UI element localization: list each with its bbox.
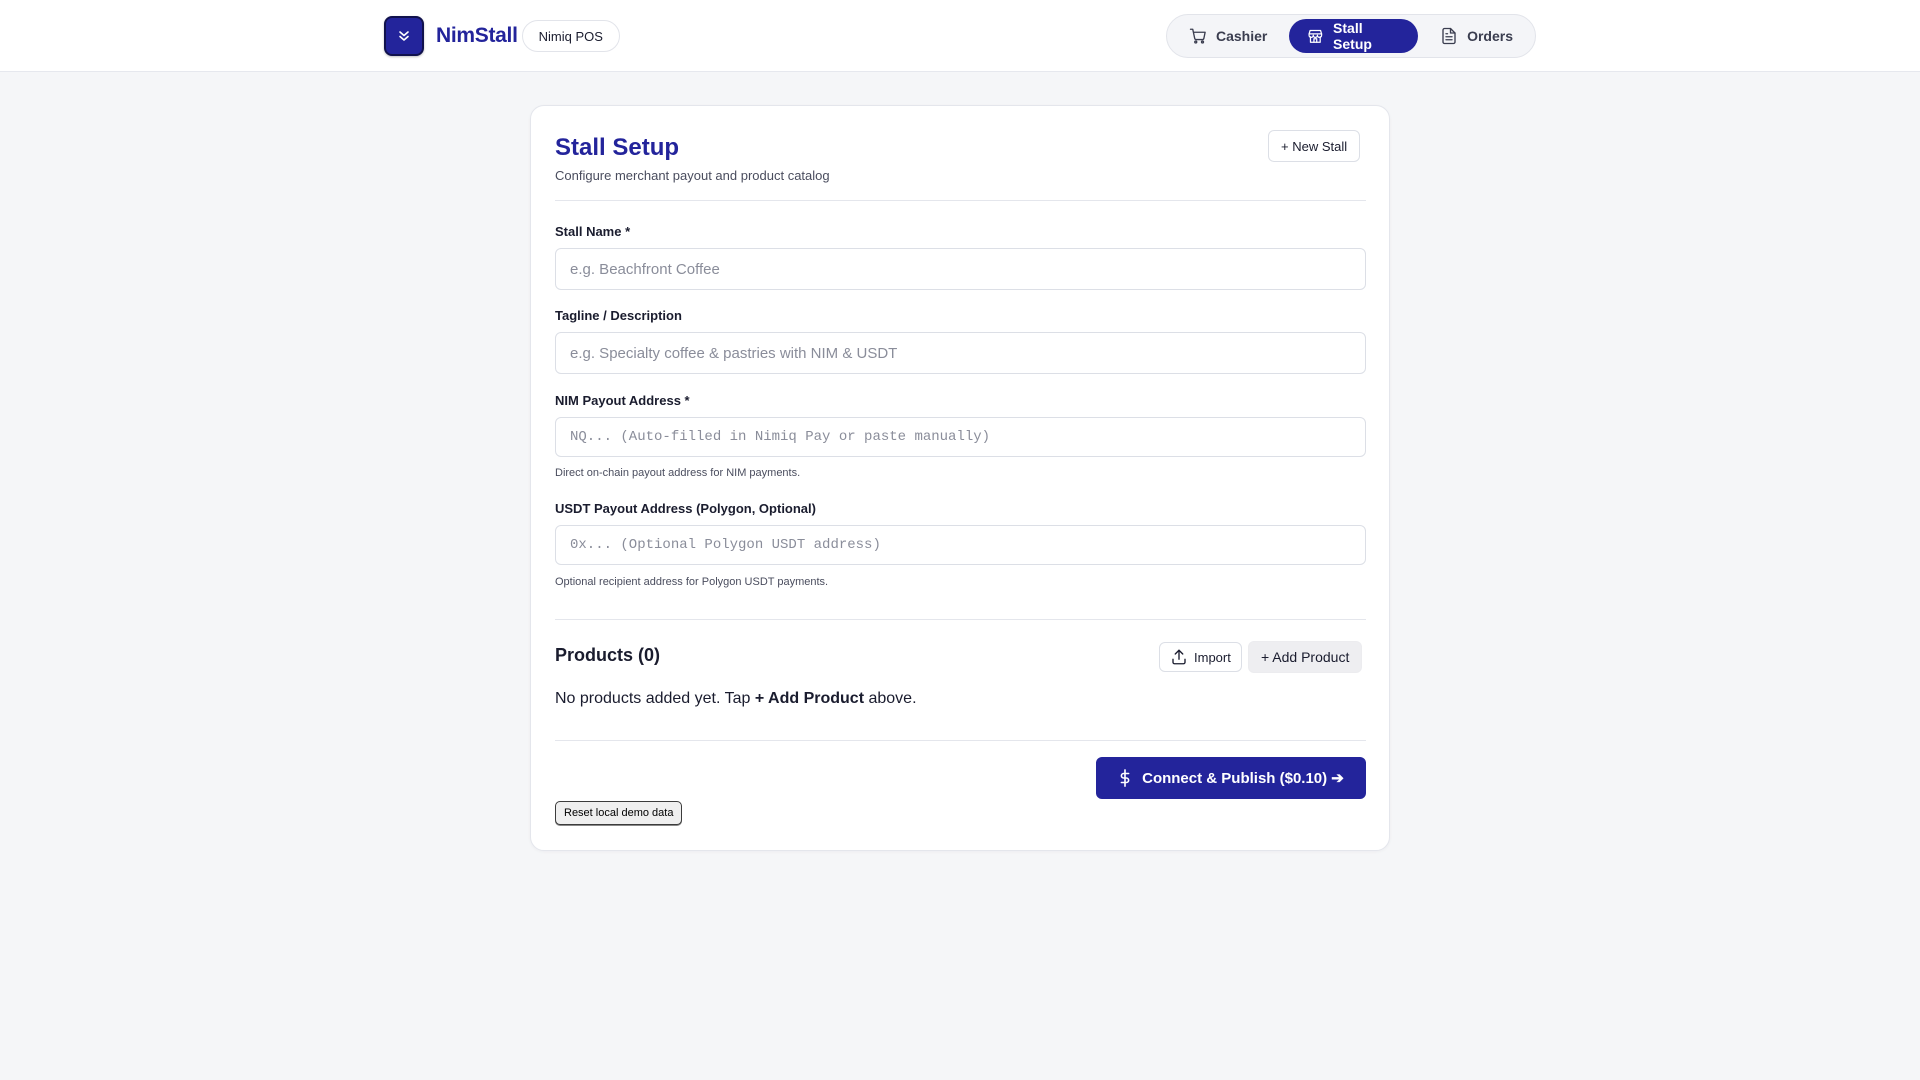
upload-icon bbox=[1172, 649, 1186, 665]
stall-name-input[interactable] bbox=[555, 248, 1366, 290]
nav-orders[interactable]: Orders bbox=[1422, 19, 1531, 53]
chevron-down-icon bbox=[399, 31, 409, 41]
connect-publish-button[interactable]: Connect & Publish ($0.10) ➔ bbox=[1096, 757, 1366, 799]
empty-bold: + Add Product bbox=[754, 690, 865, 707]
connect-publish-label: Connect & Publish ($0.10) ➔ bbox=[1142, 770, 1344, 787]
products-empty-message: No products added yet. Tap + Add Product… bbox=[555, 690, 917, 708]
stall-name-label: Stall Name * bbox=[555, 224, 631, 239]
document-icon bbox=[1442, 27, 1456, 45]
nim-address-input[interactable] bbox=[555, 417, 1366, 457]
nimstall-logo-icon bbox=[384, 16, 424, 56]
products-title: Products (0) bbox=[555, 645, 661, 665]
tagline-input[interactable] bbox=[555, 332, 1366, 374]
usdt-address-label: USDT Payout Address (Polygon, Optional) bbox=[555, 501, 816, 516]
nav-stall-setup-label: Stall Setup bbox=[1333, 20, 1372, 52]
add-product-button[interactable]: + Add Product bbox=[1248, 641, 1363, 673]
brand-pill: Nimiq POS bbox=[521, 20, 620, 52]
import-button[interactable]: Import bbox=[1159, 642, 1242, 672]
import-button-label: Import bbox=[1194, 649, 1231, 665]
main-nav: Cashier Stall Setup Orders bbox=[1166, 14, 1536, 58]
divider bbox=[555, 200, 1366, 201]
divider bbox=[555, 740, 1366, 741]
cart-icon bbox=[1189, 28, 1206, 44]
brand-name: NimStall bbox=[436, 24, 518, 47]
nim-address-label: NIM Payout Address * bbox=[555, 393, 690, 408]
page-subtitle: Configure merchant payout and product ca… bbox=[555, 168, 830, 183]
stall-setup-card: Stall Setup Configure merchant payout an… bbox=[530, 105, 1390, 851]
dollar-icon bbox=[1120, 769, 1130, 787]
new-stall-button[interactable]: + New Stall bbox=[1268, 130, 1361, 162]
nav-cashier[interactable]: Cashier bbox=[1171, 19, 1285, 53]
top-bar: NimStall Nimiq POS Cashier Stall Setup O… bbox=[0, 0, 1920, 72]
divider bbox=[555, 619, 1366, 620]
nav-stall-setup[interactable]: Stall Setup bbox=[1289, 19, 1419, 53]
usdt-address-input[interactable] bbox=[555, 525, 1366, 565]
empty-suffix: above. bbox=[864, 690, 917, 707]
empty-prefix: No products added yet. Tap bbox=[555, 690, 755, 707]
brand[interactable]: NimStall Nimiq POS bbox=[384, 16, 620, 56]
reset-demo-data-button[interactable]: Reset local demo data bbox=[555, 801, 683, 825]
tagline-label: Tagline / Description bbox=[555, 308, 682, 323]
nav-cashier-label: Cashier bbox=[1216, 28, 1268, 44]
nav-orders-label: Orders bbox=[1467, 28, 1513, 44]
page-title: Stall Setup bbox=[555, 134, 680, 161]
usdt-address-hint: Optional recipient address for Polygon U… bbox=[555, 576, 829, 588]
nim-address-hint: Direct on-chain payout address for NIM p… bbox=[555, 467, 801, 479]
store-icon bbox=[1308, 29, 1323, 43]
